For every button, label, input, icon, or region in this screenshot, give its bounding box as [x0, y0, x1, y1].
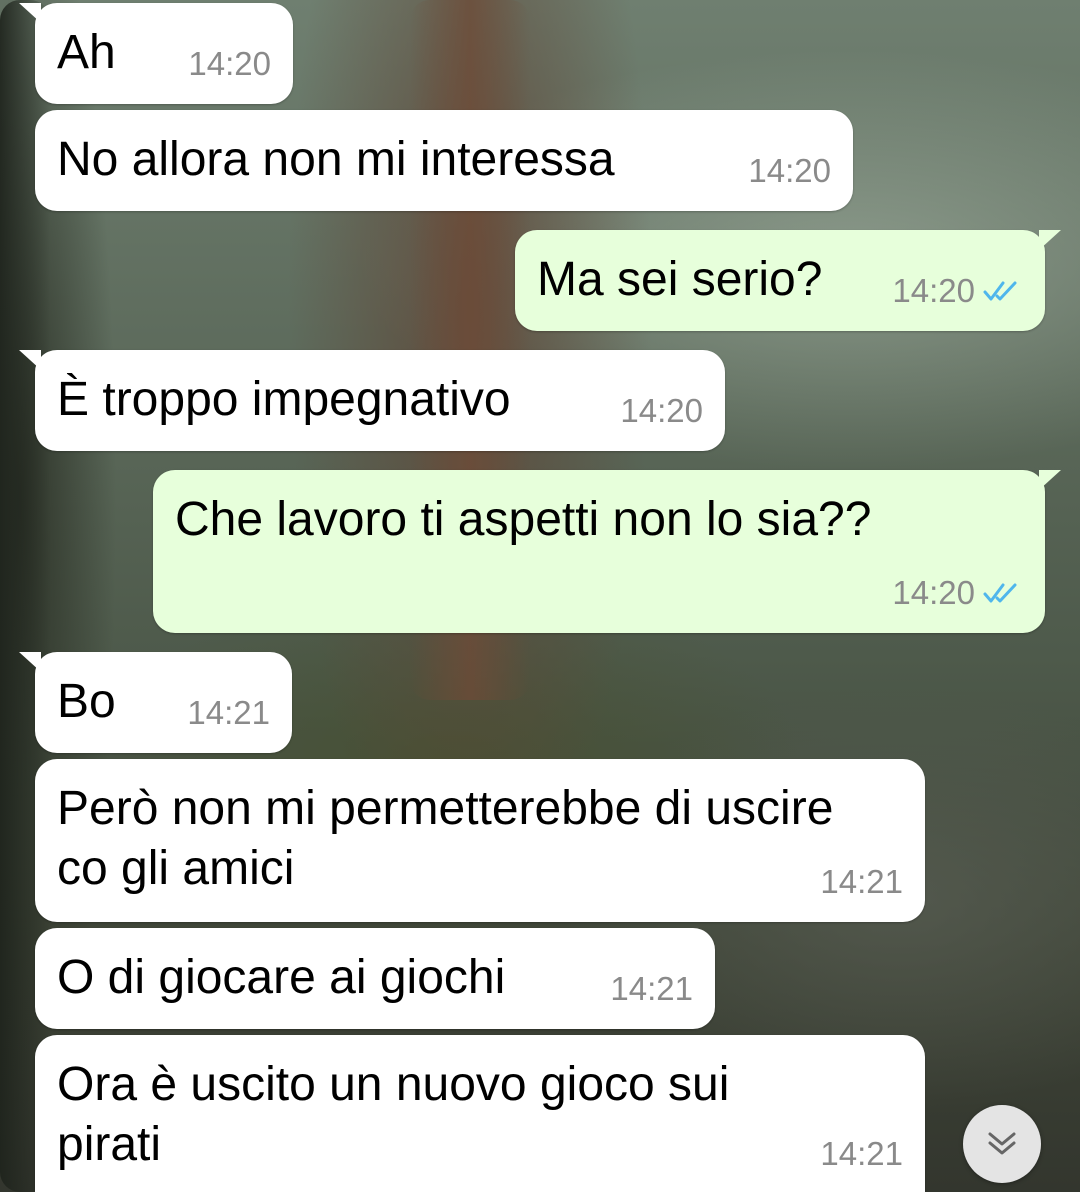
message-meta: 14:21 — [610, 959, 693, 1019]
message-text: Ora è uscito un nuovo gioco sui pirati — [57, 1055, 729, 1175]
message-meta: 14:21 — [820, 1124, 903, 1184]
message-time: 14:21 — [820, 863, 903, 900]
message-text-line: co gli amici — [57, 842, 295, 895]
message-bubble-incoming[interactable]: Ora è uscito un nuovo gioco sui pirati 1… — [35, 1035, 925, 1192]
message-bubble-outgoing[interactable]: Che lavoro ti aspetti non lo sia?? 14:20 — [153, 470, 1061, 633]
message-meta: 14:20 — [892, 563, 1023, 623]
message-bubble-incoming[interactable]: Però non mi permetterebbe di uscire co g… — [35, 759, 925, 922]
message-text: Ma sei serio? — [537, 253, 823, 306]
message-text: Ah — [57, 26, 116, 79]
message-time: 14:20 — [188, 45, 271, 82]
message-time: 14:20 — [620, 392, 703, 429]
message-text: Bo — [57, 675, 116, 728]
message-meta: 14:20 — [188, 34, 271, 94]
double-check-icon — [983, 281, 1017, 301]
message-meta: 14:21 — [187, 683, 270, 743]
message-bubble-incoming[interactable]: O di giocare ai giochi 14:21 — [35, 928, 715, 1029]
message-bubble-incoming[interactable]: È troppo impegnativo 14:20 — [19, 350, 725, 451]
message-text-line: Ora è uscito un nuovo gioco sui — [57, 1058, 730, 1111]
message-time: 14:21 — [187, 694, 270, 731]
message-text: Che lavoro ti aspetti non lo sia?? — [175, 493, 872, 546]
message-bubble-incoming[interactable]: Ah 14:20 — [19, 3, 293, 104]
message-time: 14:21 — [820, 1135, 903, 1172]
double-chevron-down-icon — [988, 1132, 1016, 1155]
message-meta: 14:20 — [892, 261, 1023, 321]
message-text: È troppo impegnativo — [57, 373, 511, 426]
message-time: 14:21 — [610, 970, 693, 1007]
message-meta: 14:20 — [620, 381, 703, 441]
message-time: 14:20 — [892, 574, 975, 611]
double-check-icon — [983, 583, 1017, 603]
message-meta: 14:21 — [820, 852, 903, 912]
message-meta: 14:20 — [748, 141, 831, 201]
message-text: O di giocare ai giochi — [57, 951, 506, 1004]
message-text-line: Però non mi permetterebbe di uscire — [57, 782, 834, 835]
message-bubble-incoming[interactable]: Bo 14:21 — [19, 652, 292, 753]
message-text: Però non mi permetterebbe di uscire co g… — [57, 779, 833, 899]
message-text: No allora non mi interessa — [57, 133, 615, 186]
scroll-to-bottom-button[interactable] — [963, 1105, 1041, 1183]
message-time: 14:20 — [748, 152, 831, 189]
message-text-line: pirati — [57, 1118, 162, 1171]
message-bubble-outgoing[interactable]: Ma sei serio? 14:20 — [515, 230, 1061, 331]
message-bubble-incoming[interactable]: No allora non mi interessa 14:20 — [35, 110, 853, 211]
message-time: 14:20 — [892, 272, 975, 309]
